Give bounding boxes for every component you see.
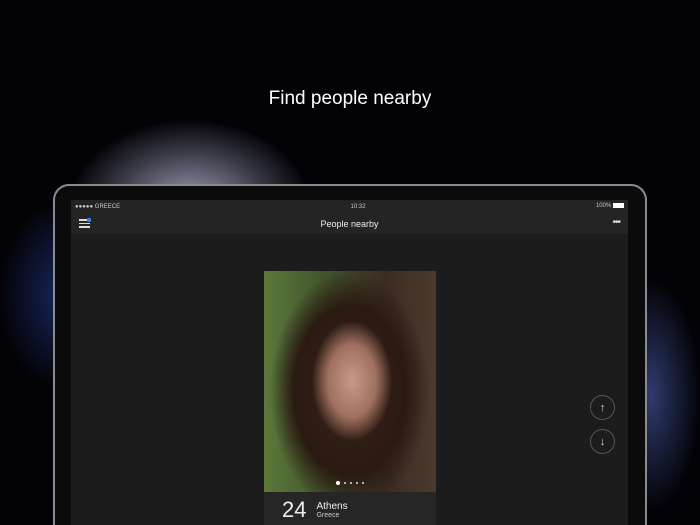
app-screen: ●●●●● GREECE 10:32 100% People nearby ••… [71,200,628,525]
carrier: ●●●●● GREECE [75,203,121,210]
profile-photo[interactable] [264,271,436,492]
headline: Find people nearby [268,88,432,109]
nav-bar: People nearby ••• [71,213,628,235]
arrow-down-icon: ↓ [599,435,606,448]
page-title: People nearby [320,218,379,229]
menu-icon[interactable] [79,218,91,228]
clock: 10:32 [350,203,366,210]
photo-pager[interactable] [264,481,436,485]
arrow-up-icon: ↑ [599,401,606,414]
age: 24 [282,497,307,522]
country: Greece [316,512,340,519]
more-icon[interactable]: ••• [612,217,620,228]
status-bar: ●●●●● GREECE 10:32 100% [71,200,628,213]
profile-info: 24 Athens Greece [264,492,436,523]
battery-icon [613,203,624,209]
battery: 100% [596,203,624,210]
city: Athens [316,501,348,512]
profile-card[interactable]: 24 Athens Greece [264,271,436,525]
next-button[interactable]: ↓ [590,429,615,454]
previous-button[interactable]: ↑ [590,395,615,420]
